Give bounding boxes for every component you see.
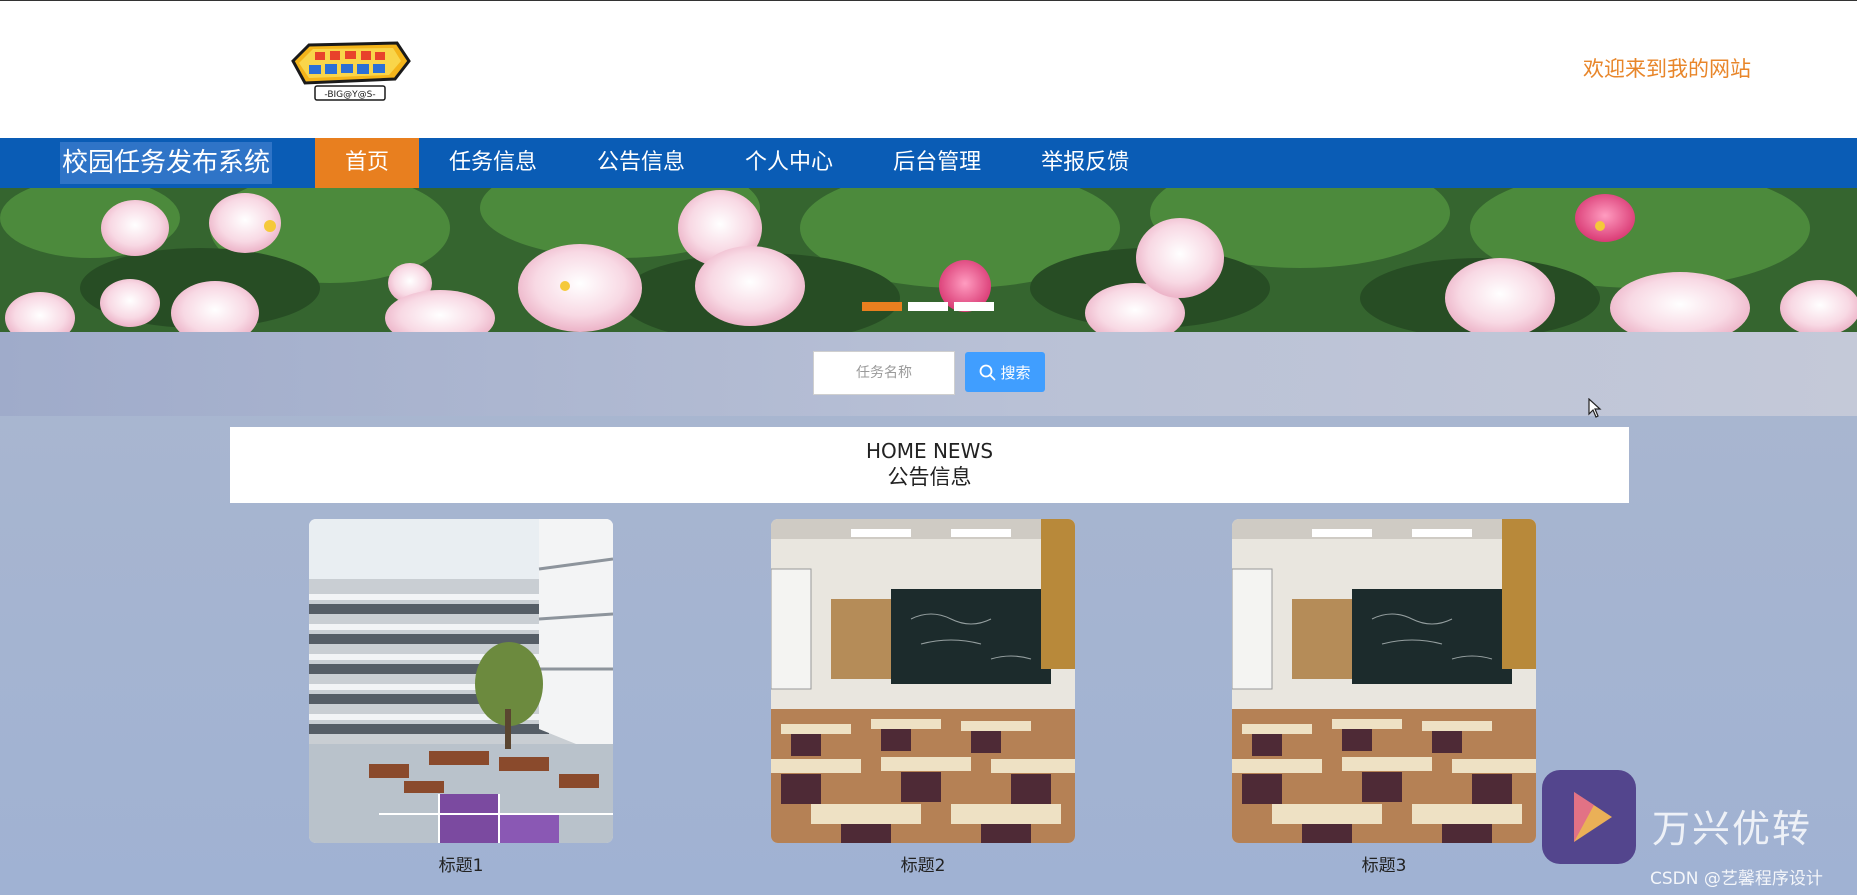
nav-item-feedback[interactable]: 举报反馈 — [1011, 138, 1159, 188]
svg-text:-BIG@Y@S-: -BIG@Y@S- — [324, 90, 375, 100]
play-logo-icon — [1574, 792, 1612, 842]
news-title-cn: 公告信息 — [887, 465, 972, 489]
site-header: -BIG@Y@S- 欢迎来到我的网站 — [0, 0, 1857, 138]
slider-dots — [862, 302, 994, 311]
watermark-brand: 万兴优转 — [1652, 807, 1813, 851]
watermark-credit: CSDN @艺馨程序设计 — [1650, 869, 1823, 889]
site-logo[interactable]: -BIG@Y@S- — [285, 39, 415, 103]
watermark-logo-icon — [1542, 770, 1636, 864]
news-card-3[interactable]: 标题3 — [1232, 519, 1536, 876]
main-nav: 校园任务发布系统 首页 任务信息 公告信息 个人中心 后台管理 举报反馈 — [0, 138, 1857, 188]
classroom-image — [1232, 519, 1536, 843]
news-section-header: HOME NEWS 公告信息 — [230, 427, 1629, 503]
welcome-text: 欢迎来到我的网站 — [1583, 57, 1751, 81]
site-brand[interactable]: 校园任务发布系统 — [60, 142, 273, 184]
task-name-input[interactable] — [813, 351, 955, 395]
nav-item-tasks[interactable]: 任务信息 — [419, 138, 567, 188]
mouse-cursor-icon — [1588, 398, 1602, 418]
search-button-label: 搜索 — [1000, 363, 1031, 382]
search-button[interactable]: 搜索 — [965, 352, 1045, 392]
search-icon — [980, 364, 996, 380]
nav-item-home[interactable]: 首页 — [315, 138, 420, 188]
news-card-title: 标题2 — [900, 856, 946, 876]
classroom-image — [771, 519, 1075, 843]
news-card-2[interactable]: 标题2 — [771, 519, 1075, 876]
news-card-title: 标题3 — [1361, 856, 1407, 876]
news-title-en: HOME NEWS — [865, 439, 994, 463]
school-courtyard-image — [309, 519, 613, 843]
nav-item-admin[interactable]: 后台管理 — [863, 138, 1011, 188]
digimon-logo-icon: -BIG@Y@S- — [291, 41, 411, 101]
nav-menu: 首页 任务信息 公告信息 个人中心 后台管理 举报反馈 — [315, 138, 1159, 188]
news-card-1[interactable]: 标题1 — [309, 519, 613, 876]
nav-item-profile[interactable]: 个人中心 — [715, 138, 863, 188]
news-card-title: 标题1 — [438, 856, 484, 876]
slider-dot-1[interactable] — [862, 302, 902, 311]
slider-dot-3[interactable] — [954, 302, 994, 311]
nav-item-announcements[interactable]: 公告信息 — [567, 138, 715, 188]
slider-dot-2[interactable] — [908, 302, 948, 311]
